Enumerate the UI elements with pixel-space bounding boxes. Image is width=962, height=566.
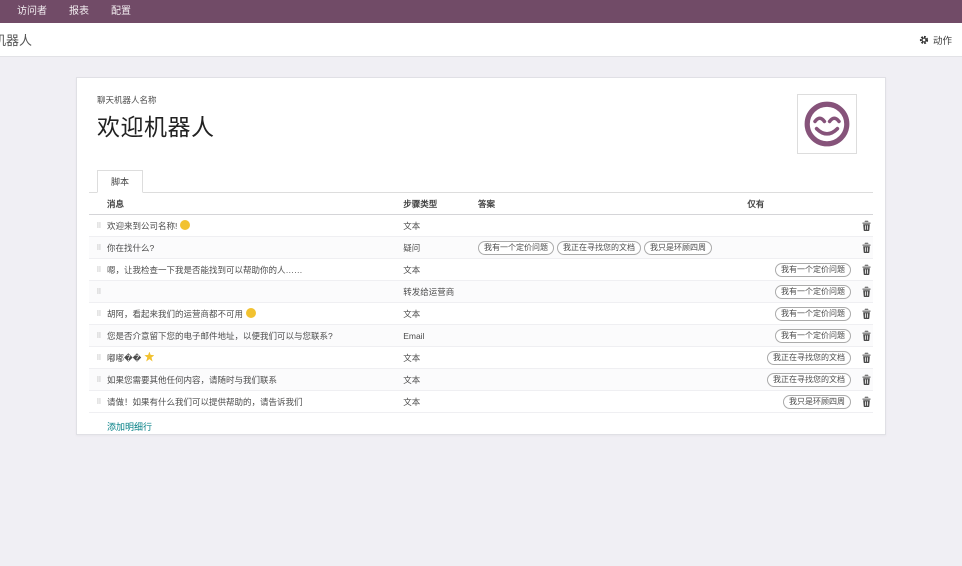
drag-handle-icon[interactable]: ⠿ (91, 222, 107, 230)
step-type: 文本 (403, 264, 478, 276)
top-nav: 访问者 报表 配置 (0, 0, 962, 23)
delete-row-button[interactable] (862, 242, 871, 253)
table-row[interactable]: ⠿ 你在找什么? 疑问 我有一个定价问题 我正在寻找您的文档 我只是环顾四周 (89, 237, 873, 259)
chatbot-name-value[interactable]: 欢迎机器人 (97, 108, 215, 142)
only-if-chip[interactable]: 我只是环顾四周 (783, 395, 851, 409)
only-if-chip[interactable]: 我有一个定价问题 (775, 329, 851, 343)
trash-icon (862, 286, 871, 297)
title-block: 聊天机器人名称 欢迎机器人 (97, 94, 215, 142)
table-row[interactable]: ⠿ 如果您需要其他任何内容，请随时与我们联系 文本 我正在寻找您的文档 (89, 369, 873, 391)
drag-handle-icon[interactable]: ⠿ (91, 354, 107, 362)
trash-icon (862, 220, 871, 231)
script-steps-table: 消息 步骤类型 答案 仅有 ⠿ 欢迎来到公司名称!👋 文本 ⠿ 你在找什么? 疑… (89, 193, 873, 433)
nav-item-reports[interactable]: 报表 (58, 0, 100, 23)
table-row[interactable]: ⠿ 请做！如果有什么我们可以提供帮助的，请告诉我们 文本 我只是环顾四周 (89, 391, 873, 413)
drag-handle-icon[interactable]: ⠿ (91, 266, 107, 274)
trash-icon (862, 308, 871, 319)
drag-handle-icon[interactable]: ⠿ (91, 288, 107, 296)
delete-row-button[interactable] (862, 374, 871, 385)
step-type: 转发给运营商 (403, 286, 478, 298)
notebook-tabs: 脚本 (89, 170, 873, 193)
table-row[interactable]: ⠿ 胡阿，看起来我们的运营商都不可用😕 文本 我有一个定价问题 (89, 303, 873, 325)
step-message: 你在找什么? (107, 243, 154, 253)
drag-handle-icon[interactable]: ⠿ (91, 332, 107, 340)
sparkle-emoji-icon: ✨ (144, 352, 154, 362)
step-message: 如果您需要其他任何内容，请随时与我们联系 (107, 375, 277, 385)
answer-chip[interactable]: 我正在寻找您的文档 (557, 241, 641, 255)
action-menu-label: 动作 (933, 33, 952, 47)
gear-icon (919, 35, 929, 45)
trash-icon (862, 374, 871, 385)
trash-icon (862, 352, 871, 363)
step-message: 嘟嘟�� (107, 353, 141, 363)
control-panel: 机器人 动作 (0, 23, 962, 57)
delete-row-button[interactable] (862, 330, 871, 341)
nav-item-configuration[interactable]: 配置 (100, 0, 142, 23)
step-type: 文本 (403, 220, 478, 232)
smiley-face-icon (802, 99, 852, 149)
header-message[interactable]: 消息 (107, 198, 403, 210)
table-row[interactable]: ⠿ 您是否介意留下您的电子邮件地址，以便我们可以与您联系? Email 我有一个… (89, 325, 873, 347)
chatbot-name-label: 聊天机器人名称 (97, 94, 215, 106)
tab-script[interactable]: 脚本 (97, 170, 143, 193)
step-type: 文本 (403, 374, 478, 386)
step-message: 胡阿，看起来我们的运营商都不可用 (107, 309, 243, 319)
action-menu-button[interactable]: 动作 (919, 33, 952, 47)
step-type: Email (403, 331, 478, 341)
step-message: 您是否介意留下您的电子邮件地址，以便我们可以与您联系? (107, 331, 333, 341)
trash-icon (862, 330, 871, 341)
delete-row-button[interactable] (862, 308, 871, 319)
table-row[interactable]: ⠿ 欢迎来到公司名称!👋 文本 (89, 215, 873, 237)
delete-row-button[interactable] (862, 264, 871, 275)
drag-handle-icon[interactable]: ⠿ (91, 376, 107, 384)
breadcrumb[interactable]: 机器人 (0, 30, 32, 49)
trash-icon (862, 264, 871, 275)
delete-row-button[interactable] (862, 352, 871, 363)
nav-item-visitors[interactable]: 访问者 (6, 0, 58, 23)
delete-row-button[interactable] (862, 286, 871, 297)
header-step-type[interactable]: 步骤类型 (403, 198, 478, 210)
main-content: 聊天机器人名称 欢迎机器人 脚本 消息 步骤类型 答案 仅有 (0, 57, 962, 435)
answer-chip[interactable]: 我只是环顾四周 (644, 241, 712, 255)
step-message: 嗯，让我检查一下我是否能找到可以帮助你的人…… (107, 265, 303, 275)
drag-handle-icon[interactable]: ⠿ (91, 244, 107, 252)
chatbot-form-sheet: 聊天机器人名称 欢迎机器人 脚本 消息 步骤类型 答案 仅有 (76, 77, 886, 435)
table-row[interactable]: ⠿ 嘟嘟��✨ 文本 我正在寻找您的文档 (89, 347, 873, 369)
header-only-if[interactable]: 仅有 (747, 198, 851, 210)
table-row[interactable]: ⠿ 转发给运营商 我有一个定价问题 (89, 281, 873, 303)
step-message: 请做！如果有什么我们可以提供帮助的，请告诉我们 (107, 397, 303, 407)
chatbot-avatar[interactable] (797, 94, 857, 154)
header-answers[interactable]: 答案 (478, 198, 747, 210)
trash-icon (862, 242, 871, 253)
trash-icon (862, 396, 871, 407)
only-if-chip[interactable]: 我正在寻找您的文档 (767, 373, 851, 387)
table-row[interactable]: ⠿ 嗯，让我检查一下我是否能找到可以帮助你的人…… 文本 我有一个定价问题 (89, 259, 873, 281)
answer-chip[interactable]: 我有一个定价问题 (478, 241, 554, 255)
step-answers: 我有一个定价问题 我正在寻找您的文档 我只是环顾四周 (478, 241, 747, 255)
drag-handle-icon[interactable]: ⠿ (91, 310, 107, 318)
confused-emoji-icon: 😕 (246, 308, 256, 318)
wave-emoji-icon: 👋 (180, 220, 190, 230)
only-if-chip[interactable]: 我有一个定价问题 (775, 285, 851, 299)
delete-row-button[interactable] (862, 396, 871, 407)
step-type: 文本 (403, 396, 478, 408)
step-type: 疑问 (403, 242, 478, 254)
step-message: 欢迎来到公司名称! (107, 221, 177, 231)
drag-handle-icon[interactable]: ⠿ (91, 398, 107, 406)
only-if-chip[interactable]: 我有一个定价问题 (775, 307, 851, 321)
only-if-chip[interactable]: 我有一个定价问题 (775, 263, 851, 277)
delete-row-button[interactable] (862, 220, 871, 231)
step-type: 文本 (403, 308, 478, 320)
step-type: 文本 (403, 352, 478, 364)
add-line-link[interactable]: 添加明细行 (107, 420, 152, 433)
table-header-row: 消息 步骤类型 答案 仅有 (89, 193, 873, 215)
sheet-header: 聊天机器人名称 欢迎机器人 (89, 94, 873, 154)
only-if-chip[interactable]: 我正在寻找您的文档 (767, 351, 851, 365)
